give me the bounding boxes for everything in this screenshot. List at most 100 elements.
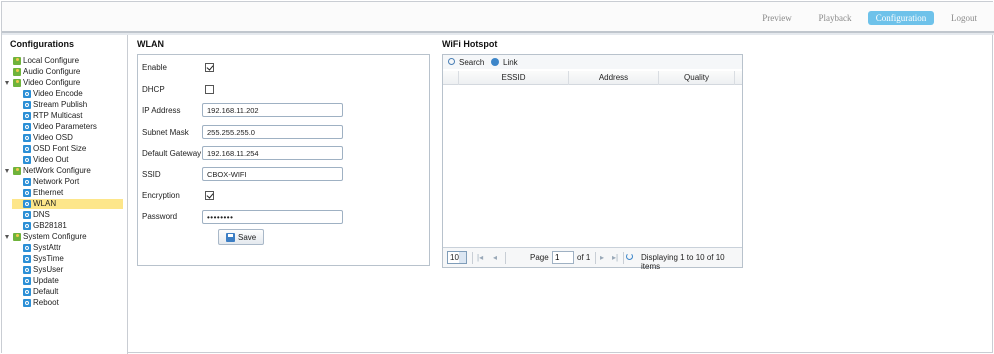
table-pager: 10 |◂ ◂ Page of 1 ▸ ▸| Displaying 1 to 1… (443, 247, 742, 271)
chevron-down-icon[interactable] (5, 169, 9, 173)
tree-item-reboot[interactable]: Reboot (2, 298, 122, 308)
tree-item-rtp-multicast[interactable]: RTP Multicast (2, 111, 122, 121)
config-sidebar: Configurations Local Configure Audio Con… (2, 35, 128, 354)
tree-label: Video Parameters (33, 122, 97, 131)
column-header-address[interactable]: Address (569, 71, 659, 85)
encryption-checkbox[interactable] (205, 191, 214, 200)
link-icon[interactable] (491, 58, 499, 66)
tree-label: DNS (33, 210, 50, 219)
gear-icon (23, 244, 31, 252)
row-number-header (443, 71, 459, 85)
tree-group-video-configure[interactable]: Video Configure (2, 78, 122, 88)
tree-item-systime[interactable]: SysTime (2, 254, 122, 264)
tree-item-gb28181[interactable]: GB28181 (2, 221, 122, 231)
nav-preview[interactable]: Preview (756, 11, 798, 25)
gear-icon (23, 189, 31, 197)
tree-group-local-configure[interactable]: Local Configure (2, 56, 122, 66)
tree-item-systattr[interactable]: SystAttr (2, 243, 122, 253)
tree-label: WLAN (33, 199, 57, 208)
tree-item-dns[interactable]: DNS (2, 210, 122, 220)
encryption-label: Encryption (142, 191, 180, 200)
hotspot-table-header: ESSID Address Quality (443, 71, 742, 85)
chevron-down-icon[interactable] (5, 81, 9, 85)
gear-icon (23, 123, 31, 131)
gear-icon (23, 299, 31, 307)
tree-item-ethernet[interactable]: Ethernet (2, 188, 122, 198)
subnet-mask-label: Subnet Mask (142, 128, 189, 137)
wifi-hotspot-panel: Search Link ESSID Address Quality 10 |◂ … (442, 54, 743, 271)
next-page-icon[interactable]: ▸ (600, 253, 604, 262)
tree-label: Video Encode (33, 89, 83, 98)
password-input[interactable] (202, 210, 343, 224)
page-size-select[interactable]: 10 (447, 251, 467, 264)
tree-label: Audio Configure (23, 67, 81, 76)
save-button[interactable]: Save (218, 229, 264, 245)
column-header-essid[interactable]: ESSID (459, 71, 569, 85)
search-icon[interactable] (448, 58, 455, 65)
pager-separator (623, 252, 624, 264)
tree-group-system-configure[interactable]: System Configure (2, 232, 122, 242)
app-window: Preview Playback Configuration Logout Co… (1, 1, 994, 354)
tree-label: System Configure (23, 232, 87, 241)
dhcp-label: DHCP (142, 85, 165, 94)
chevron-down-icon[interactable] (5, 235, 9, 239)
ssid-label: SSID (142, 170, 161, 179)
tree-label: Video Out (33, 155, 69, 164)
default-gateway-input[interactable] (202, 146, 343, 160)
gear-icon (23, 222, 31, 230)
top-navigation-bar: Preview Playback Configuration Logout (2, 2, 994, 32)
tree-item-sysuser[interactable]: SysUser (2, 265, 122, 275)
enable-checkbox[interactable] (205, 63, 214, 72)
save-button-label: Save (238, 233, 257, 242)
gear-icon (23, 178, 31, 186)
folder-config-icon (13, 233, 21, 241)
tree-label: Network Port (33, 177, 80, 186)
page-count-label: of 1 (577, 253, 591, 262)
nav-configuration[interactable]: Configuration (868, 11, 934, 25)
tree-group-audio-configure[interactable]: Audio Configure (2, 67, 122, 77)
nav-playback[interactable]: Playback (812, 11, 858, 25)
refresh-icon[interactable] (626, 253, 633, 260)
tree-item-default[interactable]: Default (2, 287, 122, 297)
gear-icon (23, 200, 31, 208)
tree-item-wlan[interactable]: WLAN (12, 199, 123, 209)
link-button[interactable]: Link (503, 58, 518, 67)
gear-icon (23, 255, 31, 263)
page-number-input[interactable] (552, 251, 574, 264)
tree-item-network-port[interactable]: Network Port (2, 177, 122, 187)
gear-icon (23, 211, 31, 219)
gear-icon (23, 145, 31, 153)
gear-icon (23, 101, 31, 109)
tree-label: OSD Font Size (33, 144, 87, 153)
gear-icon (23, 112, 31, 120)
wifi-hotspot-section-title: WiFi Hotspot (442, 39, 498, 49)
tree-item-video-osd[interactable]: Video OSD (2, 133, 122, 143)
tree-item-osd-font-size[interactable]: OSD Font Size (2, 144, 122, 154)
column-header-quality[interactable]: Quality (659, 71, 735, 85)
tree-label: RTP Multicast (33, 111, 83, 120)
tree-item-video-encode[interactable]: Video Encode (2, 89, 122, 99)
folder-config-icon (13, 57, 21, 65)
dhcp-checkbox[interactable] (205, 85, 214, 94)
ssid-input[interactable] (202, 167, 343, 181)
nav-logout[interactable]: Logout (944, 11, 984, 25)
first-page-icon[interactable]: |◂ (477, 253, 483, 262)
previous-page-icon[interactable]: ◂ (493, 253, 497, 262)
ip-address-input[interactable] (202, 103, 343, 117)
gear-icon (23, 277, 31, 285)
pager-separator (472, 252, 473, 264)
search-button[interactable]: Search (459, 58, 484, 67)
tree-item-video-parameters[interactable]: Video Parameters (2, 122, 122, 132)
tree-label: Video Configure (23, 78, 81, 87)
tree-item-update[interactable]: Update (2, 276, 122, 286)
tree-item-video-out[interactable]: Video Out (2, 155, 122, 165)
page-label: Page (530, 253, 549, 262)
last-page-icon[interactable]: ▸| (612, 253, 618, 262)
gear-icon (23, 288, 31, 296)
tree-label: NetWork Configure (23, 166, 91, 175)
tree-label: Ethernet (33, 188, 64, 197)
folder-config-icon (13, 79, 21, 87)
tree-group-network-configure[interactable]: NetWork Configure (2, 166, 122, 176)
subnet-mask-input[interactable] (202, 125, 343, 139)
tree-item-stream-publish[interactable]: Stream Publish (2, 100, 122, 110)
